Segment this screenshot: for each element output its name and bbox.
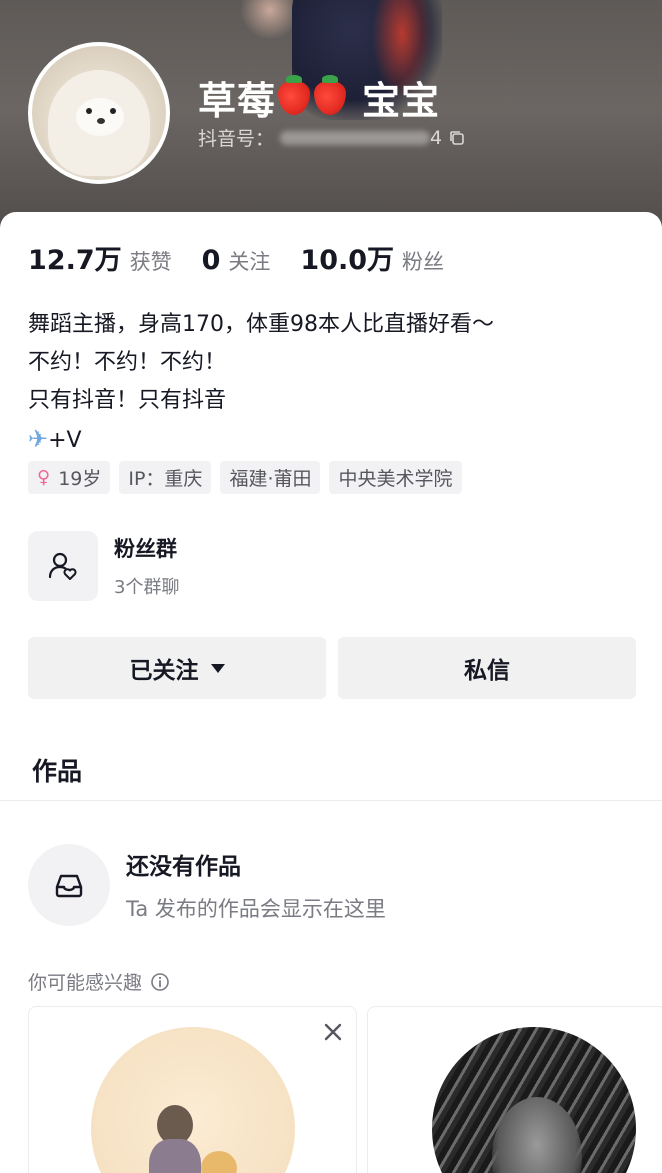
tag-ip: IP：重庆: [119, 461, 212, 494]
recommend-card[interactable]: [367, 1006, 662, 1173]
bio: 舞蹈主播，身高170，体重98本人比直播好看～ 不约！不约！不约！ 只有抖音！只…: [28, 306, 494, 460]
female-icon: ♀: [37, 467, 51, 488]
stat-following[interactable]: 0 关注: [202, 245, 271, 276]
bio-line-text: +V: [48, 428, 82, 453]
douyin-id-redacted: [280, 130, 431, 145]
divider: [0, 800, 662, 801]
recommend-avatar[interactable]: [432, 1027, 636, 1173]
bio-line: 舞蹈主播，身高170，体重98本人比直播好看～: [28, 312, 494, 337]
tag-text: 19岁: [58, 468, 102, 490]
douyin-id-tail: 4: [430, 126, 443, 149]
copy-icon[interactable]: [448, 129, 466, 147]
empty-works: 还没有作品 Ta 发布的作品会显示在这里: [28, 844, 386, 926]
tag-text: IP：重庆: [128, 468, 203, 490]
tag-school[interactable]: 中央美术学院: [329, 461, 462, 494]
empty-title: 还没有作品: [126, 854, 241, 880]
profile-tags: ♀ 19岁 IP：重庆 福建·莆田 中央美术学院: [28, 461, 471, 494]
stat-value: 10.0万: [300, 245, 395, 276]
works-tab[interactable]: 作品: [32, 752, 82, 788]
fans-group-subtitle: 3个群聊: [114, 577, 180, 598]
stat-label: 获赞: [129, 250, 172, 274]
followed-button[interactable]: 已关注: [28, 637, 326, 699]
tag-location[interactable]: 福建·莆田: [220, 461, 321, 494]
action-buttons: 已关注 私信: [28, 637, 636, 699]
stat-value: 0: [201, 245, 221, 276]
bio-line: 不约！不约！不约！: [28, 350, 227, 375]
inbox-icon: [55, 874, 83, 898]
recommend-title: 你可能感兴趣: [28, 972, 143, 994]
stat-likes[interactable]: 12.7万 获赞: [28, 238, 172, 277]
profile-card: 12.7万 获赞 0 关注 10.0万 粉丝 舞蹈主播，身高170，体重98本人…: [0, 212, 662, 1173]
message-button[interactable]: 私信: [338, 637, 636, 699]
stat-label: 粉丝: [402, 250, 445, 274]
fans-group-title: 粉丝群: [114, 537, 177, 561]
recommend-card[interactable]: [28, 1006, 357, 1173]
nickname-end: 宝宝: [362, 79, 441, 123]
followed-button-label: 已关注: [129, 658, 199, 684]
nickname-start: 草莓: [198, 79, 277, 123]
stat-value: 12.7万: [28, 245, 122, 276]
stats-row: 12.7万 获赞 0 关注 10.0万 粉丝: [28, 238, 474, 277]
recommend-avatar[interactable]: [91, 1027, 295, 1173]
empty-subtitle: Ta 发布的作品会显示在这里: [126, 897, 386, 921]
fans-group-icon: [48, 552, 77, 580]
tag-text: 福建·莆田: [229, 468, 312, 490]
profile-banner: 草莓 宝宝 抖音号： 4: [0, 0, 662, 240]
douyin-id: 抖音号： 4: [198, 124, 466, 151]
bio-line: 只有抖音！只有抖音: [28, 388, 227, 413]
nickname: 草莓 宝宝: [198, 70, 440, 125]
info-icon[interactable]: [150, 972, 170, 992]
strawberry-icon: [278, 74, 311, 115]
banner-background-image: [240, 0, 300, 40]
empty-icon-box: [28, 844, 110, 926]
recommend-header: 你可能感兴趣: [28, 968, 170, 995]
tag-text: 中央美术学院: [338, 468, 453, 490]
tag-age: ♀ 19岁: [28, 461, 111, 494]
fans-group-entry[interactable]: 粉丝群 3个群聊: [28, 530, 388, 602]
douyin-id-label: 抖音号：: [198, 128, 275, 150]
stat-label: 关注: [228, 250, 271, 274]
strawberry-icon: [314, 74, 347, 115]
message-button-label: 私信: [464, 658, 510, 684]
airplane-icon: ✈: [28, 425, 49, 453]
avatar[interactable]: [28, 42, 170, 184]
fans-group-icon-box: [28, 531, 98, 601]
caret-down-icon: [210, 663, 225, 673]
stat-followers[interactable]: 10.0万 粉丝: [300, 238, 444, 277]
close-icon[interactable]: [322, 1021, 344, 1043]
bio-line: ✈+V: [28, 420, 494, 460]
